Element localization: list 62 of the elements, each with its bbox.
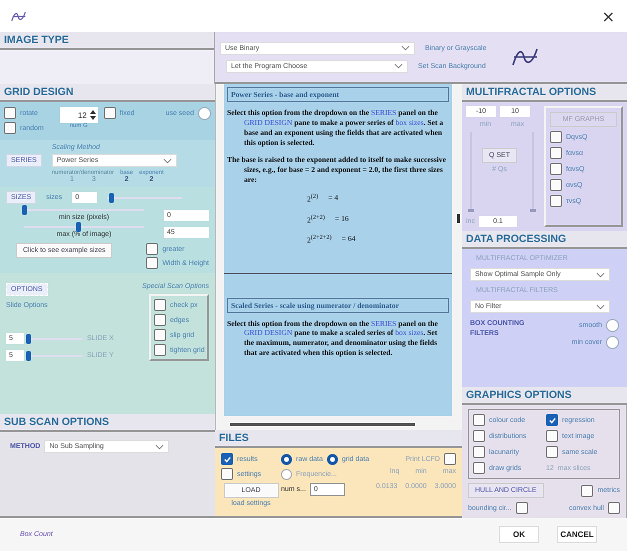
checkbox[interactable] <box>516 502 528 514</box>
checkbox[interactable] <box>550 147 562 159</box>
section-header: IMAGE TYPE <box>0 32 214 50</box>
spin-field[interactable]: 12 <box>60 107 98 123</box>
checkbox[interactable] <box>473 462 485 474</box>
checkbox[interactable] <box>4 107 16 119</box>
section-header: MULTIFRACTAL OPTIONS <box>462 84 627 102</box>
caret-icon <box>162 158 172 164</box>
close-button[interactable]: × <box>598 6 619 26</box>
checkbox[interactable] <box>444 453 456 465</box>
caret-icon <box>155 444 164 450</box>
logo-icon <box>10 10 28 22</box>
checkbox[interactable] <box>473 414 485 426</box>
toggle-switch[interactable] <box>198 107 211 120</box>
checkbox[interactable] <box>550 163 562 175</box>
checkbox[interactable] <box>546 414 558 426</box>
section-header: GRAPHICS OPTIONS <box>462 387 627 405</box>
checkbox[interactable] <box>550 179 562 191</box>
checkbox[interactable] <box>4 122 16 134</box>
caret-icon <box>596 272 605 278</box>
checkbox[interactable] <box>546 430 558 442</box>
radio-button[interactable] <box>326 454 338 464</box>
checkbox[interactable] <box>221 453 233 465</box>
scrollbar[interactable] <box>230 423 415 426</box>
checkbox[interactable] <box>146 257 158 269</box>
checkbox[interactable] <box>550 131 562 143</box>
toggle-switch[interactable] <box>606 336 619 349</box>
slider-thumb[interactable] <box>468 209 474 212</box>
checkbox[interactable] <box>608 502 620 514</box>
radio-button[interactable] <box>281 468 292 480</box>
section-header: SUB SCAN OPTIONS <box>0 414 215 432</box>
checkbox[interactable] <box>473 430 485 442</box>
checkbox[interactable] <box>581 484 594 496</box>
caret-icon <box>394 63 403 69</box>
slider-thumb[interactable] <box>26 350 31 360</box>
checkbox[interactable] <box>473 446 485 458</box>
slider-thumb[interactable] <box>530 209 536 212</box>
checkbox[interactable] <box>146 243 158 255</box>
slider-thumb[interactable] <box>108 192 114 202</box>
logo-icon <box>510 46 540 68</box>
checkbox[interactable] <box>546 446 558 458</box>
slider-thumb[interactable] <box>26 334 31 344</box>
section-header: FILES <box>215 430 462 448</box>
dialog-button[interactable]: CANCEL <box>557 526 597 543</box>
checkbox[interactable] <box>221 468 233 480</box>
slider-thumb[interactable] <box>22 205 27 215</box>
section-header: GRID DESIGN <box>0 84 215 102</box>
caret-icon <box>596 304 605 310</box>
checkbox[interactable] <box>550 195 562 207</box>
radio-button[interactable] <box>281 454 292 464</box>
checkbox[interactable] <box>154 344 166 356</box>
caret-icon <box>401 45 410 51</box>
section-header: DATA PROCESSING <box>462 231 627 249</box>
scrollbar[interactable] <box>457 214 460 223</box>
spin-arrows-icon[interactable] <box>88 109 97 121</box>
toggle-switch[interactable] <box>606 319 619 332</box>
checkbox[interactable] <box>154 314 166 326</box>
dialog-button[interactable]: OK <box>499 526 539 543</box>
checkbox[interactable] <box>154 329 166 341</box>
checkbox[interactable] <box>154 299 166 311</box>
slider-thumb[interactable] <box>76 222 81 232</box>
checkbox[interactable] <box>104 107 116 119</box>
